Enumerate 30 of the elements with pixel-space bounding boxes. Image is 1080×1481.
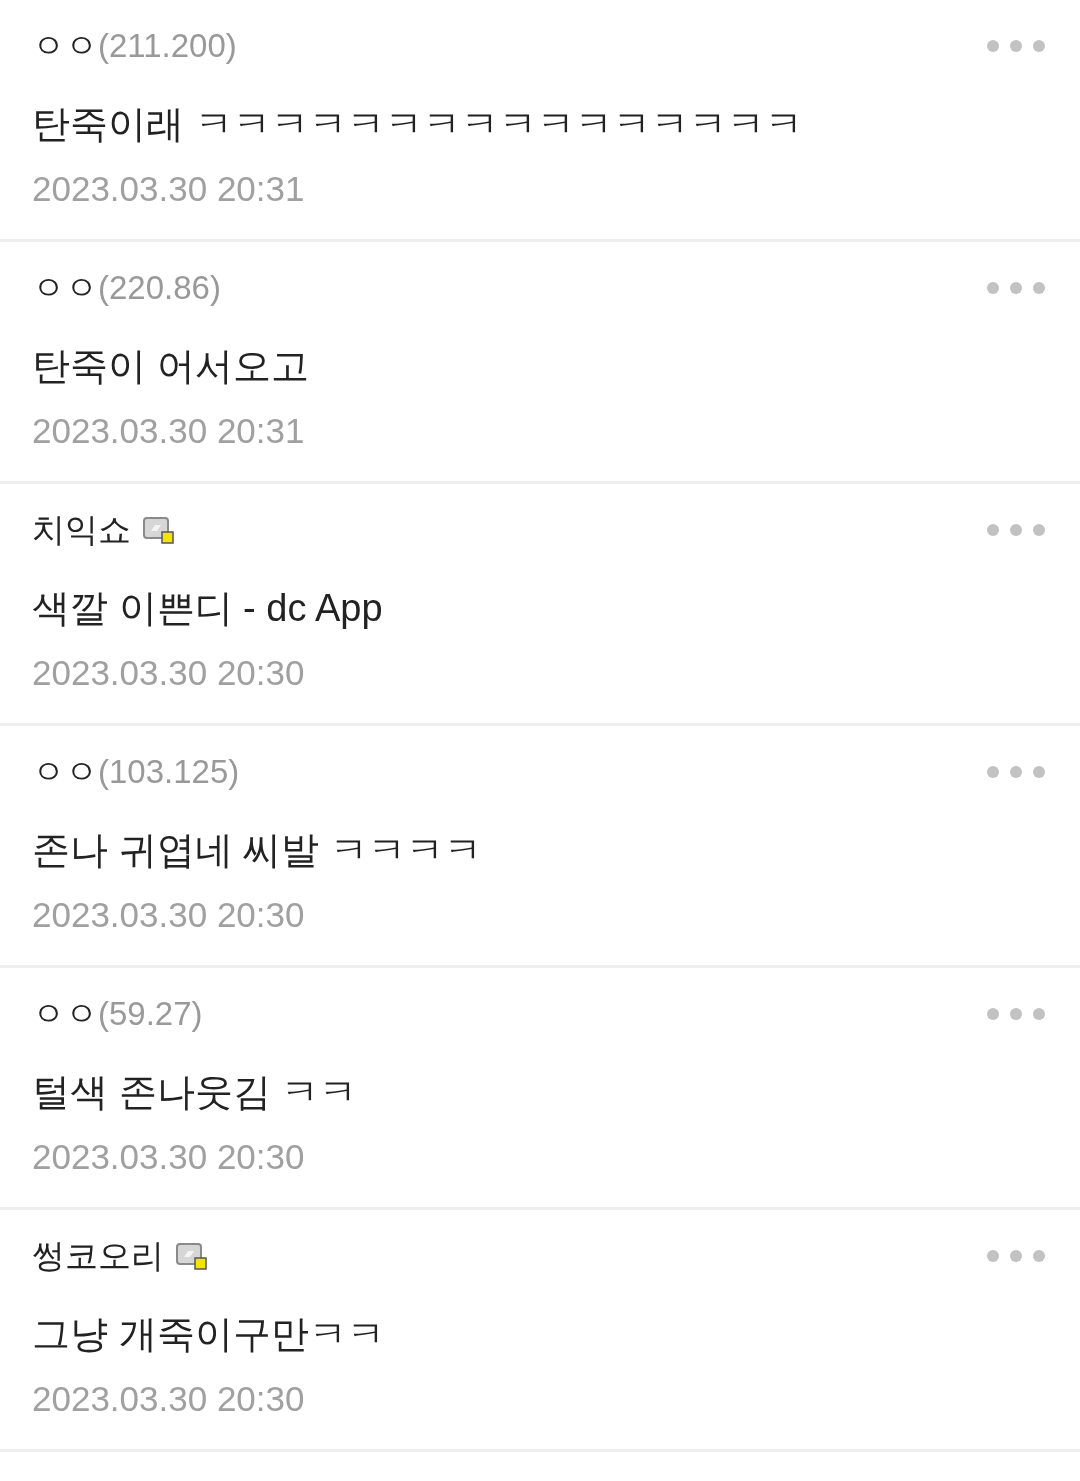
- comment-text: 털색 존나웃김 ㅋㅋ: [32, 1070, 359, 1115]
- author-ip: (59.27): [98, 995, 203, 1033]
- comment-date: 2023.03.30 20:30: [32, 894, 306, 936]
- author-name: 썽코오리: [32, 1235, 164, 1276]
- author-name: ㅇㅇ: [32, 993, 98, 1034]
- author-ip: (103.125): [98, 753, 240, 791]
- author-name: ㅇㅇ: [32, 25, 98, 66]
- comment-text: 색깔 이쁜디 - dc App: [32, 586, 384, 631]
- more-options-icon[interactable]: [986, 765, 1046, 779]
- author-ip: (220.86): [98, 269, 221, 307]
- comment-date: 2023.03.30 20:30: [32, 1136, 306, 1178]
- comment-date: 2023.03.30 20:30: [32, 652, 306, 694]
- member-badge-icon: [176, 1242, 208, 1270]
- more-options-icon[interactable]: [986, 1249, 1046, 1263]
- author-name: ㅇㅇ: [32, 751, 98, 792]
- comment-text: 탄죽이래 ㅋㅋㅋㅋㅋㅋㅋㅋㅋㅋㅋㅋㅋㅋㅋㅋ: [32, 102, 804, 147]
- more-options-icon[interactable]: [986, 39, 1046, 53]
- comment-date: 2023.03.30 20:31: [32, 168, 306, 210]
- more-options-icon[interactable]: [986, 523, 1046, 537]
- author-ip: (211.200): [98, 27, 237, 65]
- comment-text: 존나 귀엽네 씨발 ㅋㅋㅋㅋ: [32, 828, 483, 873]
- author-name: 치익쇼: [32, 509, 131, 550]
- comment-date: 2023.03.30 20:30: [32, 1378, 306, 1420]
- more-options-icon[interactable]: [986, 281, 1046, 295]
- comment-text: 탄죽이 어서오고: [32, 344, 310, 389]
- author-name: ㅇㅇ: [32, 267, 98, 308]
- member-badge-icon: [143, 516, 175, 544]
- comment-date: 2023.03.30 20:31: [32, 410, 306, 452]
- comment-text: 그냥 개죽이구만ㅋㅋ: [32, 1312, 386, 1357]
- more-options-icon[interactable]: [986, 1007, 1046, 1021]
